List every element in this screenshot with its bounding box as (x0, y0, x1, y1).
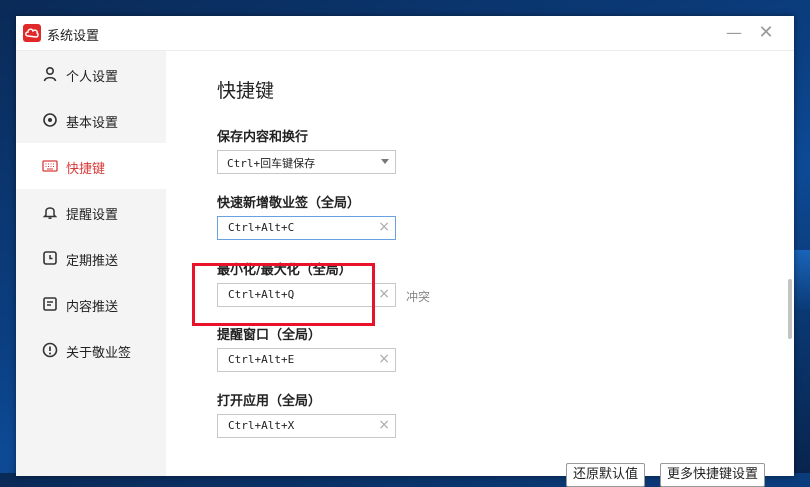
shortcut-select-save[interactable]: Ctrl+回车键保存 (217, 150, 396, 174)
title-bar: 系统设置 — ✕ (16, 16, 794, 51)
close-icon[interactable]: ✕ (756, 23, 776, 43)
input-value: Ctrl+Alt+X (228, 419, 295, 432)
gear-icon (42, 112, 58, 128)
sidebar-item-label: 内容推送 (66, 300, 119, 315)
clear-icon[interactable]: × (378, 417, 390, 433)
sidebar-item-label: 提醒设置 (66, 208, 119, 223)
shortcut-label-open-app: 打开应用（全局） (217, 394, 322, 409)
sidebar-item-label: 定期推送 (66, 254, 119, 269)
bell-icon (42, 204, 58, 220)
sidebar-item-label: 个人设置 (66, 70, 119, 85)
minimize-icon[interactable]: — (724, 23, 744, 43)
input-value: Ctrl+Alt+E (228, 353, 295, 366)
settings-content: 快捷键 保存内容和换行 Ctrl+回车键保存 快速新增敬业签（全局） Ctrl+… (166, 51, 794, 487)
keyboard-icon (42, 158, 58, 174)
restore-defaults-button[interactable]: 还原默认值 (566, 463, 646, 487)
person-icon (42, 66, 58, 82)
chevron-down-icon (381, 159, 389, 164)
conflict-warning: 冲突 (406, 290, 431, 304)
sidebar-item-basic[interactable]: 基本设置 (16, 97, 166, 143)
sidebar-item-label: 关于敬业签 (66, 346, 132, 361)
sidebar-item-label: 基本设置 (66, 116, 119, 131)
sidebar-item-personal[interactable]: 个人设置 (16, 51, 166, 97)
shortcut-input-open-app[interactable]: Ctrl+Alt+X × (217, 414, 396, 438)
clear-icon[interactable]: × (378, 351, 390, 367)
clear-icon[interactable]: × (378, 286, 390, 302)
document-icon (42, 296, 58, 312)
app-logo-icon (23, 24, 41, 42)
sidebar-item-shortcuts[interactable]: 快捷键 (16, 143, 166, 189)
shortcut-input-reminder-window[interactable]: Ctrl+Alt+E × (217, 348, 396, 372)
select-value: Ctrl+回车键保存 (227, 157, 316, 170)
sidebar-item-content-push[interactable]: 内容推送 (16, 281, 166, 327)
input-value: Ctrl+Alt+C (228, 221, 295, 234)
highlight-annotation (192, 263, 375, 326)
page-title: 快捷键 (217, 80, 275, 102)
sidebar: 个人设置 基本设置 快捷键 提醒设置 定期推送 内容推送 关于敬业签 (16, 51, 166, 476)
clock-icon (42, 250, 58, 266)
sidebar-item-label: 快捷键 (66, 162, 106, 177)
shortcut-label-reminder-window: 提醒窗口（全局） (217, 328, 322, 343)
shortcut-input-new-note[interactable]: Ctrl+Alt+C × (217, 216, 396, 240)
shortcut-label-new-note: 快速新增敬业签（全局） (217, 196, 361, 211)
sidebar-item-about[interactable]: 关于敬业签 (16, 327, 166, 373)
sidebar-item-scheduled-push[interactable]: 定期推送 (16, 235, 166, 281)
sidebar-item-reminder[interactable]: 提醒设置 (16, 189, 166, 235)
settings-window: 系统设置 — ✕ 个人设置 基本设置 快捷键 提醒设置 定期推送 内容推送 关于… (16, 16, 794, 487)
info-icon (42, 342, 58, 358)
clear-icon[interactable]: × (378, 219, 390, 235)
scrollbar-thumb[interactable] (788, 279, 792, 339)
shortcut-label-save: 保存内容和换行 (217, 130, 309, 145)
more-shortcuts-button[interactable]: 更多快捷键设置 (660, 463, 766, 487)
window-title: 系统设置 (47, 29, 100, 44)
